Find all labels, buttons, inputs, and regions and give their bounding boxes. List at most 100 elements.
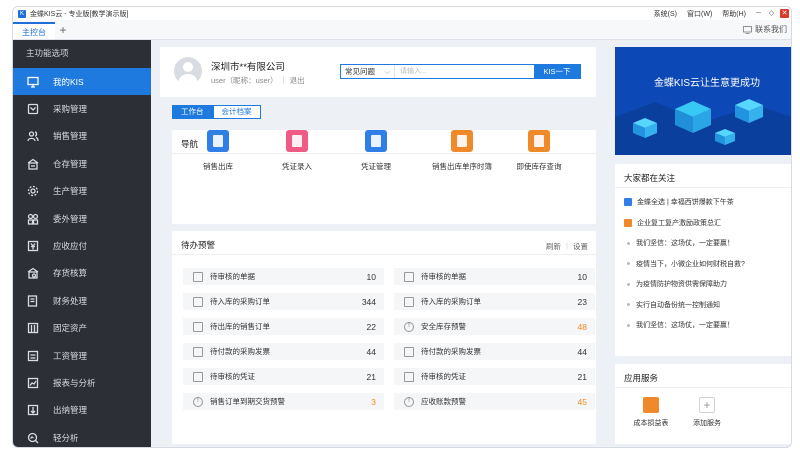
todo-count: 44 bbox=[577, 346, 587, 357]
sidebar-item-2[interactable]: 采购管理 bbox=[13, 95, 151, 122]
warehouse-icon bbox=[26, 157, 39, 170]
news-item[interactable]: 金蝶全选 | 幸福西饼爆款下午茶 bbox=[624, 197, 734, 207]
menu-help[interactable]: 帮助(H) bbox=[722, 9, 746, 19]
document-icon bbox=[193, 271, 203, 282]
todo-row[interactable]: 待入库的采购订单 23 bbox=[394, 293, 595, 310]
todo-row[interactable]: 待审核的单据 10 bbox=[183, 268, 384, 285]
todo-label: 待入库的采购订单 bbox=[421, 297, 481, 306]
app-logo-icon: K bbox=[18, 9, 26, 18]
company-card: 深圳市**有限公司 user（昵称：user） | 退出 常见问题 ⌵ KIS一… bbox=[160, 47, 596, 97]
chart-icon bbox=[26, 376, 39, 389]
plus-icon: + bbox=[699, 397, 715, 413]
news-text: 企业复工复产激励政策总汇 bbox=[637, 219, 721, 227]
restore-button[interactable]: ◇ bbox=[767, 9, 776, 18]
contact-us-button[interactable]: 联系我们 bbox=[743, 24, 787, 35]
todo-label: 应收账款预警 bbox=[421, 397, 466, 406]
sidebar-item-4[interactable]: 仓存管理 bbox=[13, 150, 151, 177]
todo-row[interactable]: 待审核的凭证 21 bbox=[394, 368, 595, 385]
sidebar-item-6[interactable]: 委外管理 bbox=[13, 205, 151, 232]
todo-row[interactable]: 应收账款预警 45 bbox=[394, 393, 595, 410]
tab-main-console[interactable]: 主控台 bbox=[13, 22, 55, 39]
nav-shortcut-5[interactable]: 即使库存查询 bbox=[499, 130, 579, 172]
todo-label: 安全库存预警 bbox=[421, 322, 466, 331]
app-window: K 金蝶KIS云 - 专业版[教学演示版] 系统(S) 窗口(W) 帮助(H) … bbox=[12, 6, 792, 448]
sidebar-item-5[interactable]: 生产管理 bbox=[13, 178, 151, 205]
todo-row[interactable]: 待付款的采购发票 44 bbox=[394, 343, 595, 360]
tab-bar: 主控台 + 联系我们 bbox=[13, 20, 791, 40]
sidebar-item-1[interactable]: 我的KIS bbox=[13, 68, 151, 96]
todo-row[interactable]: 安全库存预警 48 bbox=[394, 318, 595, 335]
sidebar-item-7[interactable]: 应收应付 bbox=[13, 232, 151, 259]
nav-shortcut-label: 即使库存查询 bbox=[516, 162, 562, 171]
search-input[interactable] bbox=[395, 65, 534, 78]
sidebar-item-13[interactable]: 出纳管理 bbox=[13, 397, 151, 424]
menu-system[interactable]: 系统(S) bbox=[654, 9, 677, 19]
grid-icon bbox=[26, 212, 39, 225]
document-icon bbox=[193, 296, 203, 307]
sidebar-item-14[interactable]: 轻分析 bbox=[13, 424, 151, 447]
payroll-icon bbox=[26, 349, 39, 362]
settings-link[interactable]: 设置 bbox=[573, 241, 588, 252]
todo-row[interactable]: 待入库的采购订单 344 bbox=[183, 293, 384, 310]
service-cost-profit[interactable]: 成本损益表 bbox=[627, 397, 675, 428]
user-info: user（昵称：user） | 退出 bbox=[211, 75, 305, 86]
todo-label: 待审核的单据 bbox=[210, 272, 255, 281]
search-category-select[interactable]: 常见问题 ⌵ bbox=[341, 65, 395, 78]
services-card: 应用服务 成本损益表 + 添加服务 bbox=[615, 364, 791, 444]
news-item[interactable]: 为疫情防护物资供需保障助力 bbox=[624, 279, 727, 289]
nav-shortcut-3[interactable]: 凭证管理 bbox=[336, 130, 416, 172]
sidebar-item-11[interactable]: 工资管理 bbox=[13, 342, 151, 369]
tab-accounting-archive[interactable]: 会计档案 bbox=[212, 105, 261, 119]
logout-link[interactable]: 退出 bbox=[290, 75, 305, 86]
sidebar-item-9[interactable]: 财务处理 bbox=[13, 287, 151, 314]
title-menu: 系统(S) 窗口(W) 帮助(H) bbox=[654, 9, 746, 19]
sidebar: 主功能选项 我的KIS 采购管理 销售管理仓存管理生产管理 委外管理 应收应付 存货核算财… bbox=[13, 40, 151, 447]
menu-window[interactable]: 窗口(W) bbox=[687, 9, 712, 19]
search-button[interactable]: KIS一下 bbox=[534, 65, 580, 78]
news-item[interactable]: 实行自动备份统一控制通知 bbox=[624, 300, 720, 310]
news-text: 我们坚信：这场仗，一定要赢！ bbox=[636, 322, 734, 329]
todo-row[interactable]: 待审核的单据 10 bbox=[394, 268, 595, 285]
close-button[interactable]: ✕ bbox=[780, 9, 789, 18]
sidebar-item-8[interactable]: 存货核算 bbox=[13, 260, 151, 287]
nav-shortcut-label: 销售出库单序时簿 bbox=[432, 162, 492, 171]
todo-row[interactable]: 待审核的凭证 21 bbox=[183, 368, 384, 385]
cash-icon bbox=[26, 404, 39, 417]
nav-shortcut-4[interactable]: 销售出库单序时簿 bbox=[422, 130, 502, 172]
add-service-button[interactable]: + 添加服务 bbox=[683, 397, 731, 428]
todo-actions: 刷新 | 设置 bbox=[546, 241, 588, 252]
monitor-small-icon bbox=[743, 25, 752, 34]
sidebar-item-label: 仓存管理 bbox=[53, 158, 88, 169]
sidebar-item-3[interactable]: 销售管理 bbox=[13, 123, 151, 150]
sidebar-item-label: 我的KIS bbox=[53, 76, 84, 87]
window-controls: － ◇ ✕ bbox=[754, 9, 789, 18]
document-icon bbox=[365, 130, 387, 152]
minimize-button[interactable]: － bbox=[754, 9, 763, 18]
add-tab-button[interactable]: + bbox=[55, 22, 71, 39]
todo-row[interactable]: 待付款的采购发票 44 bbox=[183, 343, 384, 360]
hot-badge-icon bbox=[624, 198, 632, 206]
avatar[interactable] bbox=[174, 57, 202, 85]
sidebar-item-12[interactable]: 报表与分析 bbox=[13, 369, 151, 396]
nav-shortcut-1[interactable]: 销售出库 bbox=[178, 130, 258, 172]
focus-title: 大家都在关注 bbox=[624, 173, 676, 183]
news-text: 实行自动备份统一控制通知 bbox=[636, 301, 720, 309]
nav-shortcut-2[interactable]: 凭证录入 bbox=[257, 130, 337, 172]
sidebar-item-10[interactable]: 固定资产 bbox=[13, 315, 151, 342]
sidebar-item-label: 报表与分析 bbox=[53, 377, 96, 388]
document-icon bbox=[207, 130, 229, 152]
sidebar-header: 主功能选项 bbox=[26, 48, 69, 58]
news-item[interactable]: 我们坚信：这场仗，一定要赢！ bbox=[624, 320, 734, 330]
service-label: 成本损益表 bbox=[633, 420, 669, 427]
refresh-link[interactable]: 刷新 bbox=[546, 241, 561, 252]
news-item[interactable]: 我们坚信：这场仗，一定要赢！ bbox=[624, 238, 734, 248]
todo-count: 3 bbox=[371, 396, 376, 407]
todo-row[interactable]: 销售订单到期交货预警 3 bbox=[183, 393, 384, 410]
promo-banner[interactable]: 金蝶KIS云让生意更成功 bbox=[615, 47, 791, 155]
tab-workbench[interactable]: 工作台 bbox=[172, 105, 213, 119]
todo-row[interactable]: 待出库的销售订单 22 bbox=[183, 318, 384, 335]
news-item[interactable]: 疫情当下，小微企业如何财税自救? bbox=[624, 259, 745, 269]
news-item[interactable]: 企业复工复产激励政策总汇 bbox=[624, 218, 721, 228]
sidebar-item-label: 固定资产 bbox=[53, 323, 88, 334]
navigation-card: 导航 销售出库 凭证录入 凭证管理 销售出库单序时簿 即使库存查询 bbox=[172, 130, 596, 224]
